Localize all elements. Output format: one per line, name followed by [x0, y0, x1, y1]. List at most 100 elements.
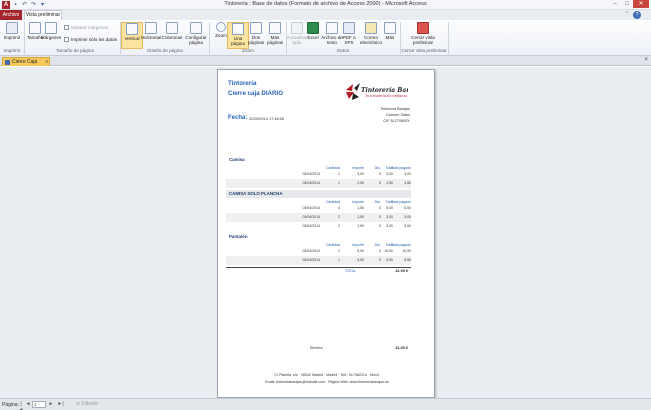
page-number-input[interactable]: 1: [32, 401, 46, 408]
show-margins-checkbox[interactable]: Mostrar márgenes: [64, 25, 108, 30]
more-pages-button[interactable]: Más páginas: [264, 22, 286, 45]
group-label-page-design: Diseño de página: [147, 48, 183, 53]
header-total-pagado: Total pagado: [390, 242, 411, 247]
page-setup-icon: [190, 22, 202, 34]
efectivo-label: Efectivo: [310, 346, 323, 350]
checkbox-box: [64, 25, 69, 30]
more-pages-icon: [269, 22, 281, 34]
close-window-button[interactable]: ✕: [633, 0, 649, 8]
page-label: Página:: [2, 402, 19, 408]
title-bar: A ▪ ↶ ↷ ▾ Tintorería : Base de datos (Fo…: [0, 0, 651, 10]
more-icon: [384, 22, 396, 34]
text-file-icon: [326, 22, 338, 34]
columns-icon: [166, 22, 178, 34]
group-label-close: Cerrar vista preliminar: [401, 48, 447, 53]
table-row: 03/04/2014 1 3,00 0 3,00 3,00: [226, 170, 411, 179]
email-icon: [365, 22, 377, 34]
fecha-value: 22/05/2014 17:48:58: [249, 116, 284, 121]
close-preview-icon: [417, 22, 429, 34]
report-section-camisa-solo-plancha: CAMISA SOLO PLANCHA Cantidad Importe Dto…: [226, 190, 411, 231]
maximize-button[interactable]: □: [621, 0, 633, 8]
header-total-pagado: Total pagado: [390, 199, 411, 204]
zoom-icon: [216, 22, 226, 32]
footer-address: C/ Plaseta, s/n · 28042 Madrid · Madrid …: [274, 373, 380, 377]
group-label-page-size: Tamaño de página: [56, 48, 94, 53]
cell-total-pagado: 10,00: [402, 248, 411, 253]
section-title: CAMISA SOLO PLANCHA: [226, 190, 411, 198]
minimize-button[interactable]: –: [609, 0, 621, 8]
group-label-data: Datos: [336, 48, 349, 53]
document-tab-bar: Cierre Caja DIARIO x ×: [0, 56, 651, 73]
table-row: 03/04/2014 2 5,00 0 10,00 10,00: [226, 247, 411, 256]
svg-text:Tintorería Barajas: Tintorería Barajas: [361, 87, 408, 94]
window-title: Tintorería : Base de datos (Formato de a…: [224, 1, 427, 7]
printer-icon: [6, 22, 18, 34]
total-value: 41,00 €: [395, 269, 408, 273]
report-section-camisa: Camisa Cantidad Importe Dto. Total Total…: [226, 156, 411, 188]
previous-page-button[interactable]: ◄: [25, 401, 31, 407]
one-page-icon: [232, 23, 244, 35]
group-label-print: Imprimir: [3, 48, 21, 53]
header-total-pagado: Total pagado: [390, 165, 411, 170]
margins-button[interactable]: Márgenes: [40, 22, 62, 40]
table-row: 03/04/2014 2 1,50 0 3,00 3,00: [226, 213, 411, 222]
cell-total-pagado: 3,00: [404, 223, 411, 228]
portrait-icon: [126, 23, 138, 35]
filter-icon: ⊘: [76, 401, 81, 407]
group-separator: [448, 22, 449, 54]
landscape-icon: [145, 22, 157, 34]
company-cif: CIF 51270895Y: [383, 119, 410, 123]
document-tab-cierre-caja[interactable]: Cierre Caja DIARIO x: [2, 57, 50, 73]
pdf-xps-export-button[interactable]: PDF o XPS: [339, 22, 359, 45]
print-button[interactable]: Imprimir: [1, 22, 23, 40]
more-export-button[interactable]: Más: [382, 22, 398, 40]
company-logo: Tintorería Barajas Tu tintorería de conf…: [343, 80, 423, 103]
minimize-ribbon-icon[interactable]: ⌃: [625, 11, 629, 17]
window-controls: – □ ✕: [609, 0, 649, 8]
last-page-button[interactable]: ►|: [56, 401, 65, 407]
excel-export-button[interactable]: Excel: [304, 22, 322, 40]
report-subtitle: Cierre caja DIARIO: [228, 90, 284, 97]
close-preview-button[interactable]: Cerrar vista preliminar: [407, 22, 439, 45]
table-row: 03/04/2014 1 5,50 0 5,50 5,50: [226, 256, 411, 265]
landscape-button[interactable]: Horizontal: [140, 22, 162, 40]
page-setup-button[interactable]: Configurar página: [184, 22, 208, 45]
email-export-button[interactable]: Correo electrónico: [358, 22, 384, 45]
checkbox-box: [64, 37, 69, 42]
cell-total-pagado: 5,50: [404, 257, 411, 262]
table-row: 03/04/2014 2 1,50 0 3,00 3,00: [226, 222, 411, 231]
tab-print-preview[interactable]: Vista preliminar: [24, 10, 62, 20]
company-name: Tintorería Barajas: [379, 107, 410, 111]
total-separator-line: [226, 267, 411, 268]
report-title: Tintorería: [228, 80, 257, 87]
report-icon: [5, 59, 10, 65]
section-title: Camisa: [229, 157, 245, 162]
help-icon[interactable]: ?: [633, 11, 641, 19]
first-page-button[interactable]: |◄: [18, 401, 24, 410]
filter-status[interactable]: ⊘ Filtrado: [76, 401, 98, 407]
cell-total-pagado: 4,50: [404, 180, 411, 185]
tab-close-icon[interactable]: x: [46, 58, 49, 66]
report-page: Tintorería Cierre caja DIARIO Tintorería…: [217, 69, 435, 398]
columns-button[interactable]: Columnas: [161, 22, 183, 40]
margins-icon: [45, 22, 57, 34]
footer-contact: Email: tintoreriabarajas@hotmail.com · P…: [265, 380, 389, 384]
refresh-icon: [291, 22, 303, 34]
ribbon: Imprimir Imprimir Tamaño Márgenes Mostra…: [0, 20, 651, 56]
section-title: Pantalón: [229, 234, 248, 239]
print-data-only-checkbox[interactable]: Imprimir sólo los datos: [64, 37, 117, 42]
excel-icon: [307, 22, 319, 34]
record-navigation-bar: Página: |◄ ◄ 1 ► ►| ⊘ Filtrado: [0, 398, 651, 410]
ribbon-tabs: Archivo Vista preliminar ⌃ ?: [0, 10, 651, 20]
total-label: TOTAL: [345, 269, 356, 273]
two-pages-icon: [250, 22, 262, 34]
close-document-icon[interactable]: ×: [644, 57, 648, 63]
cell-total-pagado: 3,00: [404, 171, 411, 176]
group-label-zoom: Zoom: [242, 48, 254, 53]
pdf-icon: [343, 22, 355, 34]
svg-text:Tu tintorería de confianza: Tu tintorería de confianza: [365, 94, 407, 98]
next-page-button[interactable]: ►: [48, 401, 54, 407]
cell-total-pagado: 3,00: [404, 214, 411, 219]
table-row: 03/04/2014 1 2,50 0 2,50 4,50: [226, 179, 411, 188]
tab-file[interactable]: Archivo: [0, 10, 22, 20]
